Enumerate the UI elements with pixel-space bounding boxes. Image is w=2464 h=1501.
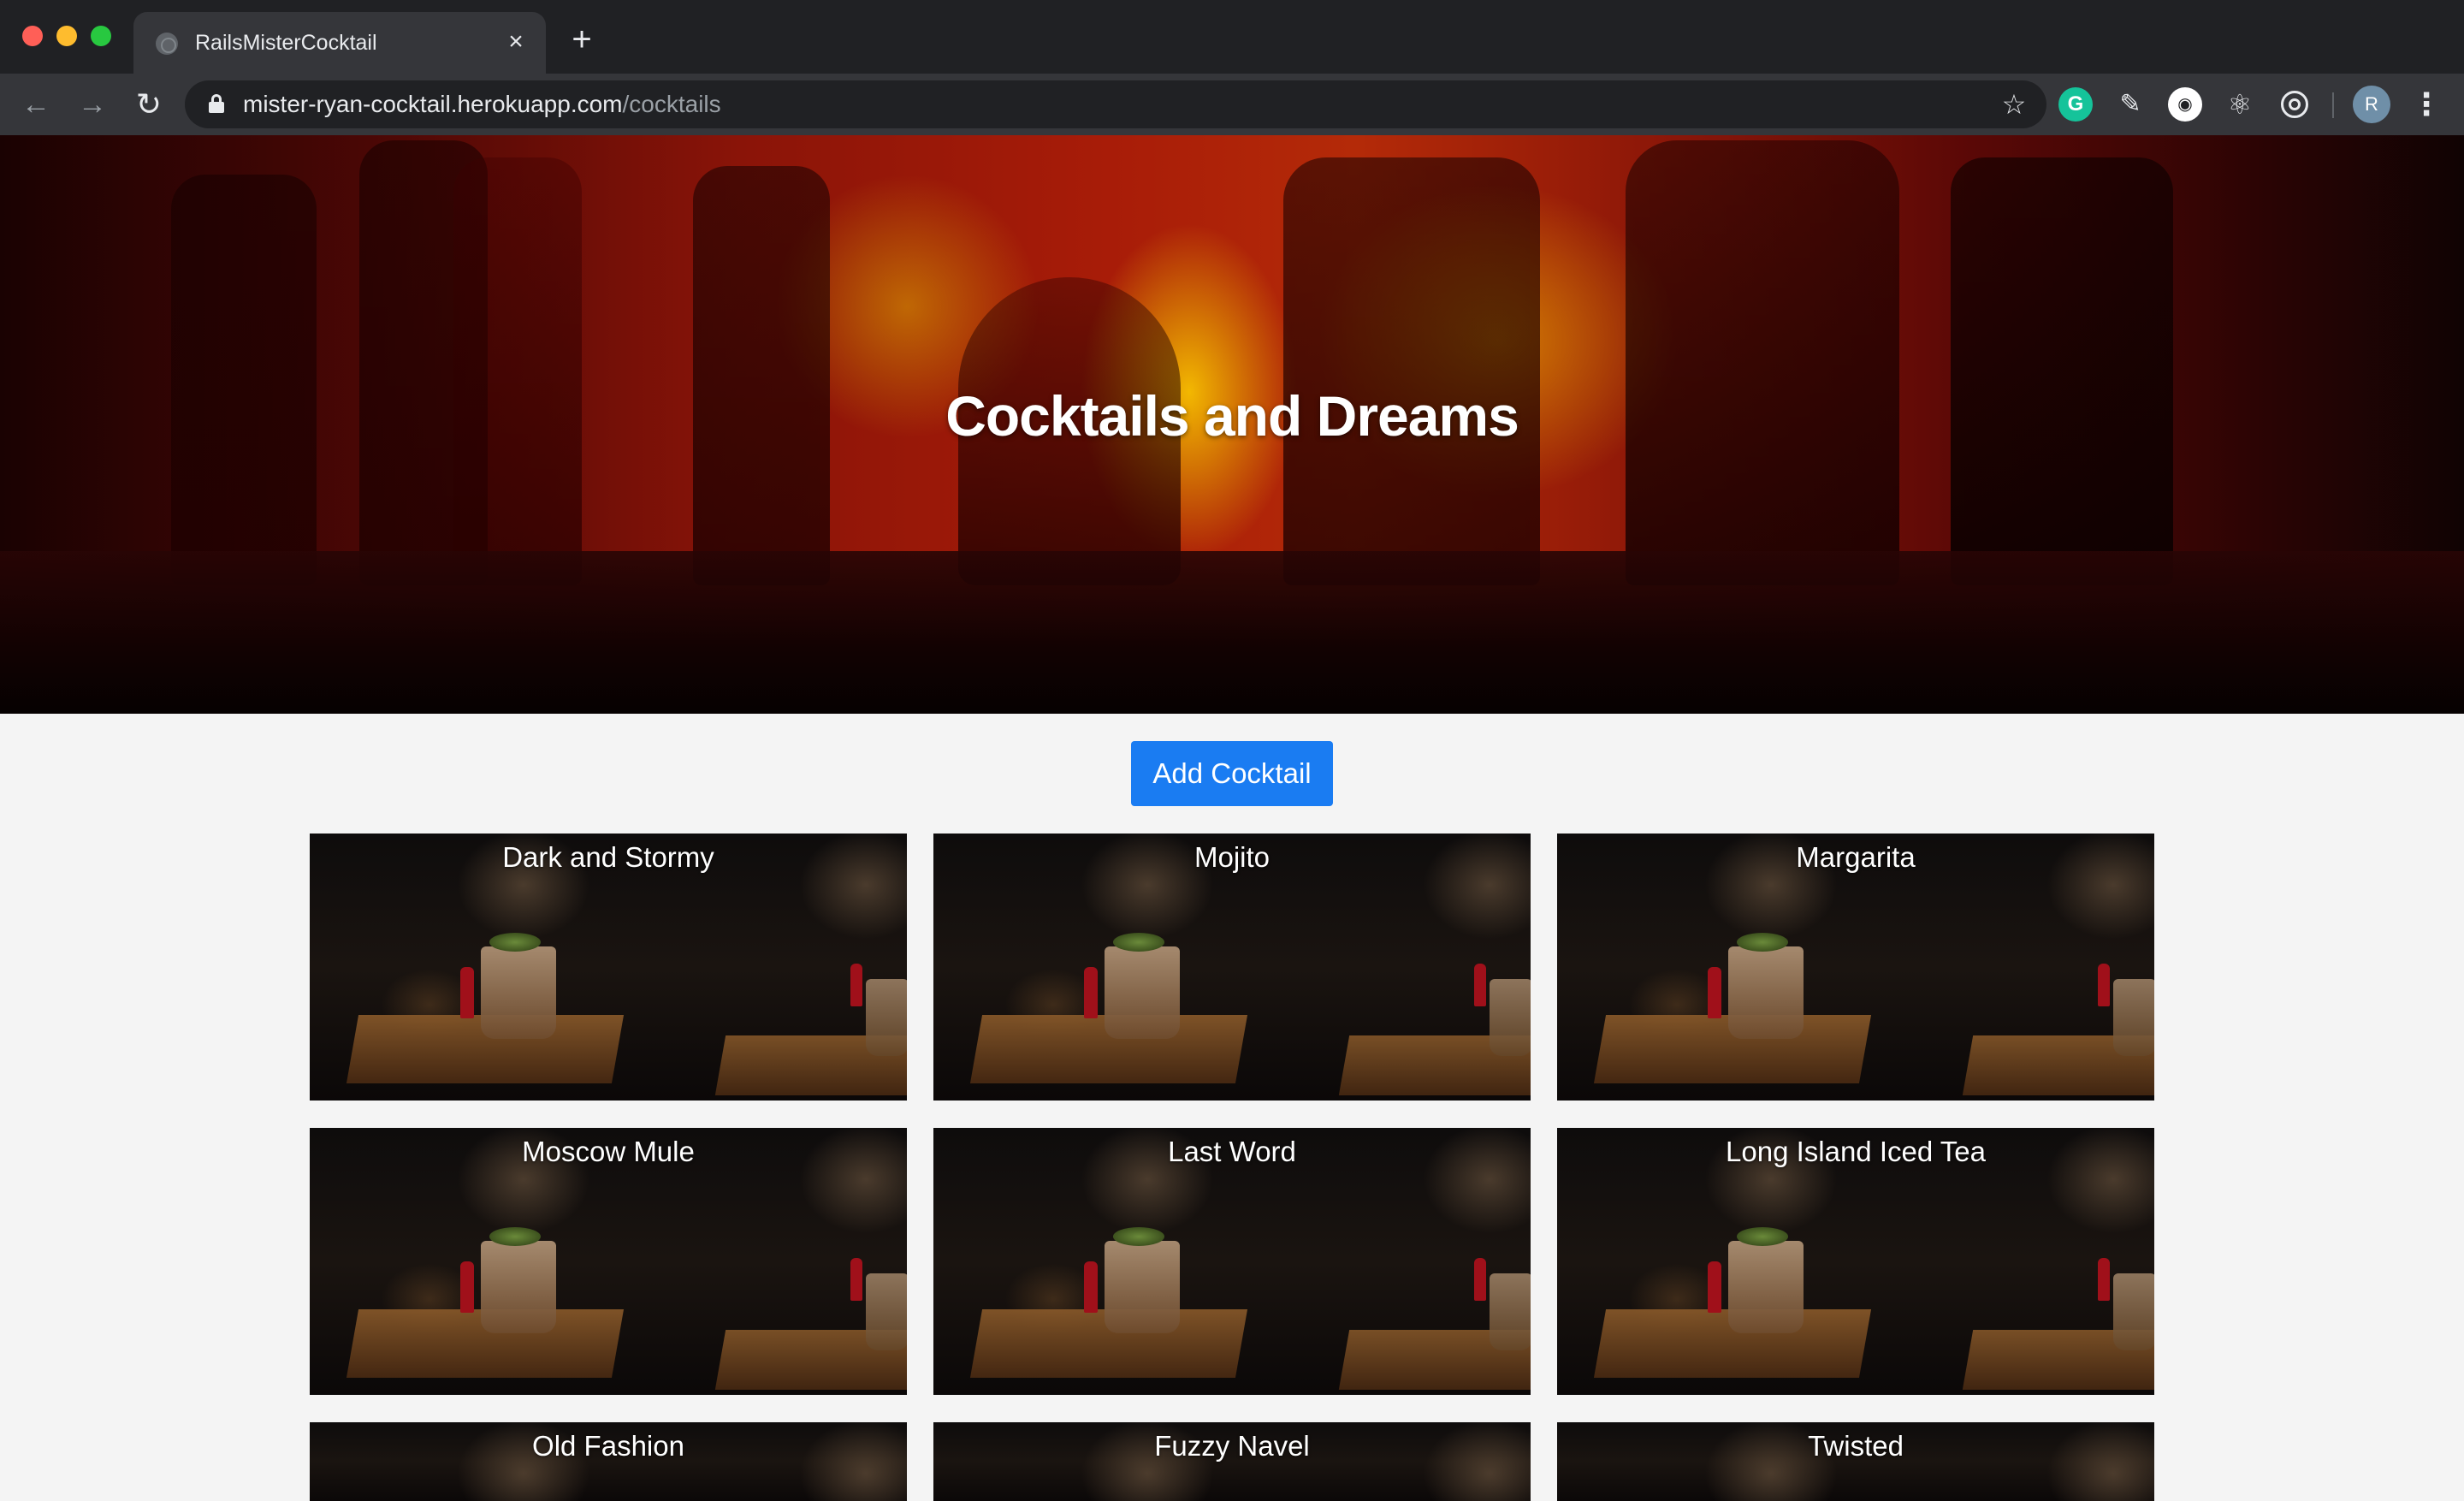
new-tab-button[interactable]: + [565,22,599,58]
cocktail-name: Last Word [1168,1136,1296,1167]
cocktail-card[interactable]: Fuzzy Navel [933,1422,1531,1501]
card-photo-detail [2113,1273,2154,1350]
bottle-silhouette [1283,157,1540,585]
bottle-silhouette [453,157,582,585]
url-text[interactable]: mister-ryan-cocktail.herokuapp.com/cockt… [243,91,721,118]
toolbar-divider [2332,92,2334,118]
url-host: mister-ryan-cocktail.herokuapp.com [243,91,623,117]
cocktail-card[interactable]: Twisted [1557,1422,2154,1501]
bottle-silhouette [693,166,830,585]
card-photo-detail [1105,933,1180,1039]
card-photo-detail [850,1258,862,1301]
react-devtools-icon[interactable]: ⚛ [2223,87,2257,122]
card-photo-detail [1728,933,1804,1039]
card-photo-detail [1708,1261,1721,1313]
page-title: Cocktails and Dreams [945,384,1519,448]
cocktail-name: Dark and Stormy [502,841,714,873]
tab-strip: RailsMisterCocktail × + [0,0,2464,74]
card-photo-detail [1474,1258,1486,1301]
cocktail-card[interactable]: Old Fashion [310,1422,907,1501]
cocktail-name: Margarita [1796,841,1916,873]
close-window-button[interactable] [22,26,43,46]
bottle-silhouette [1626,140,1899,585]
card-photo-detail [2113,979,2154,1056]
profile-avatar[interactable]: R [2353,86,2390,123]
card-photo-detail [1490,1273,1531,1350]
card-photo-detail [1084,967,1098,1018]
back-arrow-icon[interactable]: ← [19,87,53,122]
cocktail-name: Old Fashion [532,1430,684,1462]
card-photo-detail [481,1227,556,1333]
close-tab-icon[interactable]: × [501,27,530,56]
pen-extension-icon[interactable]: ✎ [2113,87,2147,122]
hero-banner: Cocktails and Dreams [0,135,2464,714]
cocktail-card[interactable]: Margarita [1557,834,2154,1101]
cocktail-name: Fuzzy Navel [1154,1430,1310,1462]
card-photo-detail [1728,1227,1804,1333]
cocktail-card[interactable]: Long Island Iced Tea [1557,1128,2154,1395]
address-bar[interactable]: mister-ryan-cocktail.herokuapp.com/cockt… [185,80,2046,128]
card-photo-detail [460,967,474,1018]
card-photo-detail [1708,967,1721,1018]
browser-chrome: RailsMisterCocktail × + ← → ↻ mister-rya… [0,0,2464,135]
add-cocktail-button[interactable]: Add Cocktail [1131,741,1333,806]
target-extension-icon[interactable] [2277,87,2312,122]
card-photo-detail [1474,964,1486,1006]
card-photo-detail [1105,1227,1180,1333]
card-photo-detail [2098,1258,2110,1301]
globe-icon [156,33,178,55]
bottle-silhouette [171,175,317,585]
card-photo-detail [866,979,907,1056]
card-photo-detail [1490,979,1531,1056]
minimize-window-button[interactable] [56,26,77,46]
bookmark-star-icon[interactable]: ☆ [1997,87,2031,122]
kebab-menu-icon[interactable]: ⋮ [2409,86,2443,123]
lock-icon[interactable] [209,94,224,113]
bottle-silhouette [1951,157,2173,585]
cocktail-name: Moscow Mule [522,1136,695,1167]
card-photo-detail [866,1273,907,1350]
card-photo-detail [2098,964,2110,1006]
reload-icon[interactable]: ↻ [132,87,166,122]
bar-shelf [0,551,2464,714]
cocktail-card[interactable]: Last Word [933,1128,1531,1395]
card-photo-detail [850,964,862,1006]
maximize-window-button[interactable] [91,26,111,46]
cocktail-card[interactable]: Mojito [933,834,1531,1101]
tab-title: RailsMisterCocktail [195,31,377,55]
forward-arrow-icon[interactable]: → [75,87,110,122]
cocktail-name: Long Island Iced Tea [1726,1136,1986,1167]
card-photo-detail [481,933,556,1039]
active-tab[interactable]: RailsMisterCocktail × [133,12,546,74]
card-photo-detail [1084,1261,1098,1313]
cocktail-card[interactable]: Moscow Mule [310,1128,907,1395]
card-photo-detail [460,1261,474,1313]
browser-toolbar: ← → ↻ mister-ryan-cocktail.herokuapp.com… [0,74,2464,135]
url-path: /cocktails [622,91,721,117]
cocktail-card[interactable]: Dark and Stormy [310,834,907,1101]
cocktail-name: Twisted [1808,1430,1904,1462]
circle-extension-icon[interactable]: ◉ [2168,87,2202,122]
cocktail-name: Mojito [1194,841,1270,873]
grammarly-extension-icon[interactable]: G [2058,87,2093,122]
